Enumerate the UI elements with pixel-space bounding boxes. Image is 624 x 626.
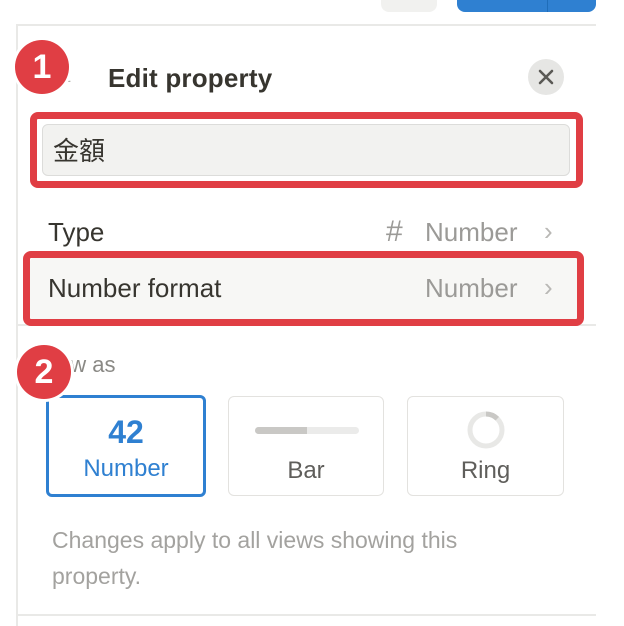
annotation-badge-2: 2 (17, 345, 71, 399)
show-as-number-card[interactable]: 42 Number (46, 395, 206, 497)
bar-card-label: Bar (287, 457, 325, 484)
annotation-frame-name (30, 112, 583, 188)
ring-card-label: Ring (460, 457, 511, 484)
top-secondary-button[interactable] (381, 0, 437, 12)
panel-top-border (16, 24, 596, 26)
number-preview: 42 (108, 414, 144, 450)
chevron-right-icon: › (544, 216, 553, 246)
annotation-badge-1: 1 (15, 40, 69, 94)
close-button[interactable] (528, 59, 564, 95)
type-row-label: Type (48, 217, 105, 247)
type-row-value: Number (425, 217, 518, 247)
show-as-bar-card[interactable]: Bar (228, 396, 384, 496)
hash-icon: # (386, 215, 403, 248)
bar-preview-icon (255, 427, 359, 434)
type-row[interactable]: Type # Number › (48, 214, 568, 250)
bottom-divider (16, 614, 596, 616)
help-note: Changes apply to all views showing this … (52, 527, 458, 589)
panel-title: Edit property (108, 63, 273, 93)
number-card-label: Number (83, 455, 169, 482)
ring-preview-icon (467, 411, 505, 449)
top-primary-button[interactable] (457, 0, 596, 12)
close-icon (538, 69, 554, 85)
annotation-frame-number-format (23, 251, 584, 326)
show-as-ring-card[interactable]: Ring (407, 396, 564, 496)
